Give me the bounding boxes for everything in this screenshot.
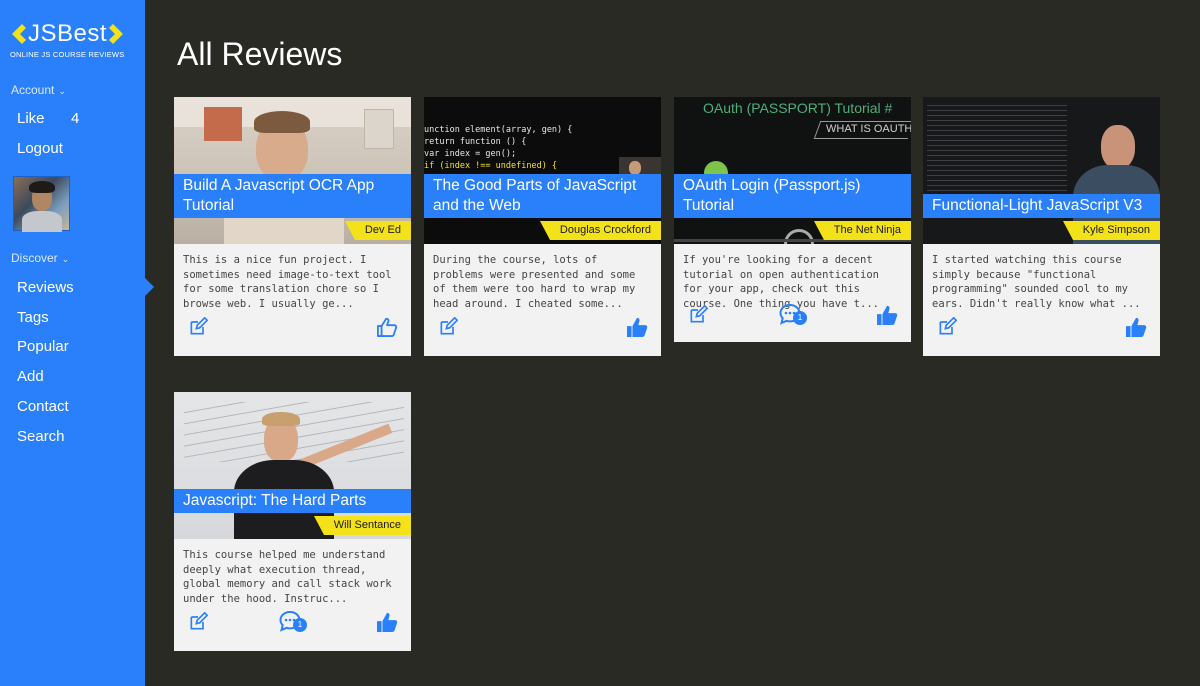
logo-subtitle: ONLINE JS COURSE REVIEWS — [10, 50, 125, 59]
review-card[interactable]: unction element(array, gen) { return fun… — [424, 97, 661, 356]
discover-section-toggle[interactable]: Discover ⌄ — [11, 251, 69, 265]
comments-button[interactable]: 1 — [279, 610, 309, 634]
review-author[interactable]: Kyle Simpson — [1062, 221, 1160, 240]
edit-icon[interactable] — [188, 612, 208, 632]
chevron-right-logo-icon — [109, 24, 124, 44]
thumbs-up-outline-icon[interactable] — [376, 317, 398, 337]
thumbs-up-filled-icon[interactable] — [626, 317, 648, 337]
review-card[interactable]: Functional-Light JavaScript V3 Kyle Simp… — [923, 97, 1160, 356]
thumbnail-subheading: WHAT IS OAUTH — [826, 123, 911, 135]
code-line: var index = gen(); — [424, 149, 517, 159]
review-title[interactable]: Functional-Light JavaScript V3 — [923, 194, 1160, 218]
thumbs-up-filled-icon[interactable] — [376, 612, 398, 632]
chevron-left-logo-icon — [12, 24, 26, 44]
code-line: unction element(array, gen) { — [424, 125, 573, 135]
review-author[interactable]: Douglas Crockford — [539, 221, 661, 240]
sidebar-item-add[interactable]: Add — [17, 368, 44, 385]
review-card[interactable]: Javascript: The Hard Parts Will Sentance… — [174, 392, 411, 651]
page-title: All Reviews — [177, 36, 343, 72]
review-actions: 1 — [674, 299, 911, 339]
logo-text: JSBest — [28, 20, 108, 47]
sidebar-item-contact[interactable]: Contact — [17, 398, 69, 415]
review-thumbnail: OAuth (PASSPORT) Tutorial # WHAT IS OAUT… — [674, 97, 911, 244]
edit-icon[interactable] — [188, 317, 208, 337]
review-card[interactable]: OAuth (PASSPORT) Tutorial # WHAT IS OAUT… — [674, 97, 911, 342]
comment-count-badge: 1 — [293, 618, 307, 632]
user-avatar[interactable] — [13, 176, 70, 232]
app-logo[interactable]: JSBest ONLINE JS COURSE REVIEWS — [10, 20, 135, 60]
review-thumbnail: Build A Javascript OCR App Tutorial Dev … — [174, 97, 411, 244]
sidebar-item-reviews[interactable]: Reviews — [17, 279, 74, 296]
sidebar-item-like[interactable]: Like — [17, 110, 45, 127]
review-actions: 1 — [174, 606, 411, 646]
review-thumbnail: unction element(array, gen) { return fun… — [424, 97, 661, 244]
like-count-badge: 4 — [71, 110, 80, 127]
thumbs-up-filled-icon[interactable] — [876, 305, 898, 325]
review-thumbnail: Javascript: The Hard Parts Will Sentance — [174, 392, 411, 539]
thumbs-up-filled-icon[interactable] — [1125, 317, 1147, 337]
review-title[interactable]: Build A Javascript OCR App Tutorial — [174, 174, 411, 218]
review-excerpt: If you're looking for a decent tutorial … — [683, 254, 879, 310]
comment-count-badge: 1 — [793, 311, 807, 325]
review-thumbnail: Functional-Light JavaScript V3 Kyle Simp… — [923, 97, 1160, 244]
comments-button[interactable]: 1 — [779, 303, 809, 327]
account-section-label: Account — [11, 83, 55, 97]
thumbnail-heading: OAuth (PASSPORT) Tutorial # — [703, 100, 893, 116]
account-section-toggle[interactable]: Account ⌄ — [11, 83, 66, 97]
sidebar-item-logout[interactable]: Logout — [17, 140, 63, 157]
review-author[interactable]: Dev Ed — [344, 221, 411, 240]
review-card[interactable]: Build A Javascript OCR App Tutorial Dev … — [174, 97, 411, 356]
review-author[interactable]: The Net Ninja — [813, 221, 911, 240]
review-excerpt: I started watching this course simply be… — [932, 254, 1141, 310]
review-actions — [923, 311, 1160, 351]
sidebar-item-popular[interactable]: Popular — [17, 338, 69, 355]
sidebar-item-tags[interactable]: Tags — [17, 309, 49, 326]
review-title[interactable]: The Good Parts of JavaScript and the Web — [424, 174, 661, 218]
code-line: if (index !== undefined) { — [424, 161, 558, 171]
review-excerpt: During the course, lots of problems were… — [433, 254, 636, 310]
sidebar: JSBest ONLINE JS COURSE REVIEWS Account ⌄… — [0, 0, 145, 686]
active-nav-indicator — [145, 278, 154, 296]
chevron-down-icon: ⌄ — [58, 86, 66, 96]
edit-icon[interactable] — [438, 317, 458, 337]
review-title[interactable]: Javascript: The Hard Parts — [174, 489, 411, 513]
review-actions — [424, 311, 661, 351]
review-title[interactable]: OAuth Login (Passport.js) Tutorial — [674, 174, 911, 218]
chevron-down-icon: ⌄ — [61, 254, 70, 264]
edit-icon[interactable] — [688, 305, 708, 325]
discover-section-label: Discover — [11, 251, 58, 265]
review-excerpt: This course helped me understand deeply … — [183, 549, 392, 605]
review-excerpt: This is a nice fun project. I sometimes … — [183, 254, 392, 310]
review-actions — [174, 311, 411, 351]
code-line: return function () { — [424, 137, 527, 147]
sidebar-item-search[interactable]: Search — [17, 428, 65, 445]
edit-icon[interactable] — [937, 317, 957, 337]
review-author[interactable]: Will Sentance — [313, 516, 411, 535]
